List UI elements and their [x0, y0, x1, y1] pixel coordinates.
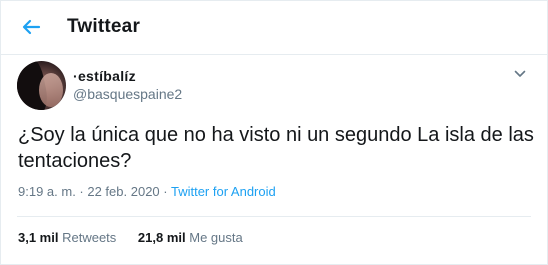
avatar-face — [39, 73, 63, 107]
header-bar: Twittear — [1, 1, 547, 55]
tweet-timestamp[interactable]: 9:19 a. m. · 22 feb. 2020 · — [18, 184, 171, 199]
likes-count: 21,8 mil — [137, 230, 186, 245]
likes-label: Me gusta — [189, 230, 243, 245]
retweets-count: 3,1 mil — [18, 230, 59, 245]
likes-stat[interactable]: 21,8 mil Me gusta — [138, 230, 243, 245]
avatar[interactable] — [17, 61, 66, 110]
tweet-source-link[interactable]: Twitter for Android — [171, 184, 276, 199]
tweet-text: ¿Soy la única que no ha visto ni un segu… — [18, 124, 534, 172]
divider — [17, 216, 531, 217]
tweet-meta: 9:19 a. m. · 22 feb. 2020 · Twitter for … — [18, 184, 276, 199]
tweet-page: Twittear ·estíbalíz @basquespaine2 ¿Soy … — [0, 0, 548, 265]
user-display-name[interactable]: ·estíbalíz — [73, 68, 136, 84]
user-handle[interactable]: @basquespaine2 — [73, 86, 182, 102]
page-title: Twittear — [67, 16, 141, 37]
tweet-more-button[interactable] — [513, 67, 527, 81]
chevron-down-icon — [514, 70, 526, 77]
arrow-left-icon — [22, 19, 41, 35]
tweet-stats: 3,1 mil Retweets 21,8 mil Me gusta — [18, 230, 261, 245]
back-button[interactable] — [19, 15, 43, 39]
retweets-label: Retweets — [62, 230, 117, 245]
retweets-stat[interactable]: 3,1 mil Retweets — [18, 230, 116, 245]
